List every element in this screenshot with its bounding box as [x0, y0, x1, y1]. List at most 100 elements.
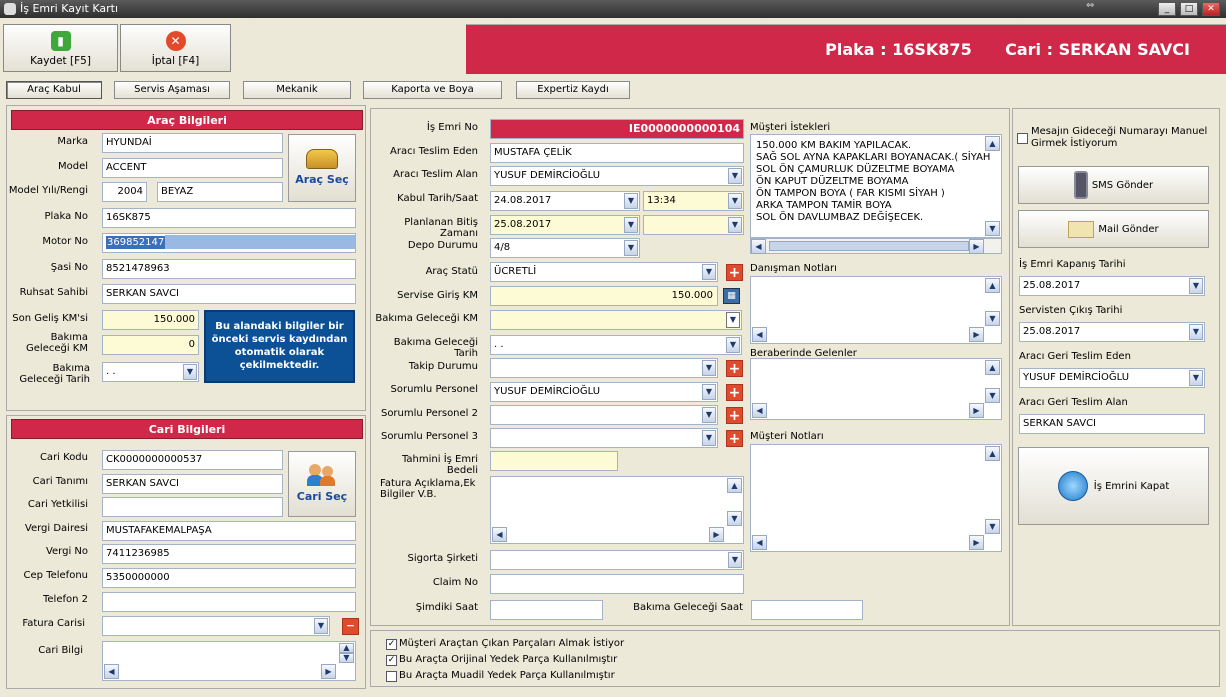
- add-statu-button[interactable]: +: [726, 264, 743, 281]
- plaka-field[interactable]: 16SK875: [102, 208, 356, 228]
- chevron-down-icon[interactable]: ▼: [702, 360, 716, 376]
- model-year-field[interactable]: 2004: [102, 182, 147, 202]
- maximize-button[interactable]: □: [1180, 2, 1198, 16]
- scroll-left-icon[interactable]: ◀: [752, 403, 767, 418]
- bitis-saat-field[interactable]: ▼: [643, 215, 744, 235]
- scroll-down-icon[interactable]: ▼: [985, 311, 1000, 326]
- ruhsat-field[interactable]: SERKAN SAVCI: [102, 284, 356, 304]
- chevron-down-icon[interactable]: ▼: [728, 168, 742, 184]
- chevron-down-icon[interactable]: ▼: [728, 552, 742, 568]
- takip-field[interactable]: ▼: [490, 358, 718, 378]
- save-button[interactable]: ▮ Kaydet [F5]: [3, 24, 118, 72]
- cep-field[interactable]: 5350000000: [102, 568, 356, 588]
- close-window-button[interactable]: ✕: [1202, 2, 1220, 16]
- kabul-saat-field[interactable]: 13:34 ▼: [643, 191, 744, 211]
- chevron-down-icon[interactable]: ▼: [728, 193, 742, 209]
- bakim-tarih-field[interactable]: . . ▼: [102, 362, 199, 382]
- bakim-km-center-field[interactable]: ▼: [490, 310, 742, 330]
- original-parts-checkbox[interactable]: ✓: [386, 655, 397, 666]
- depo-field[interactable]: 4/8 ▼: [490, 238, 640, 258]
- select-customer-button[interactable]: Cari Seç: [288, 451, 356, 517]
- bakim-tarih-center-field[interactable]: . . ▼: [490, 335, 742, 355]
- model-field[interactable]: ACCENT: [102, 158, 283, 178]
- sigorta-field[interactable]: ▼: [490, 550, 744, 570]
- personel3-field[interactable]: ▼: [490, 428, 718, 448]
- chevron-down-icon[interactable]: ▼: [183, 364, 197, 380]
- bitis-tarih-field[interactable]: 25.08.2017 ▼: [490, 215, 640, 235]
- minimize-button[interactable]: _: [1158, 2, 1176, 16]
- statu-field[interactable]: ÜCRETLİ ▼: [490, 262, 718, 282]
- scroll-left-icon[interactable]: ◀: [104, 664, 119, 679]
- equivalent-parts-checkbox[interactable]: [386, 671, 397, 682]
- chevron-down-icon[interactable]: ▼: [314, 618, 328, 634]
- scroll-left-icon[interactable]: ◀: [752, 535, 767, 550]
- scroll-left-icon[interactable]: ◀: [752, 327, 767, 342]
- vergi-dairesi-field[interactable]: MUSTAFAKEMALPAŞA: [102, 521, 356, 541]
- scroll-up-icon[interactable]: ▲: [985, 446, 1000, 461]
- tab-mekanik[interactable]: Mekanik: [243, 81, 351, 99]
- cikis-field[interactable]: 25.08.2017 ▼: [1019, 322, 1205, 342]
- giris-km-field[interactable]: 150.000: [490, 286, 718, 306]
- mail-button[interactable]: Mail Gönder: [1018, 210, 1209, 248]
- sasi-field[interactable]: 8521478963: [102, 259, 356, 279]
- scroll-right-icon[interactable]: ▶: [969, 403, 984, 418]
- cari-yetkili-field[interactable]: [102, 497, 283, 517]
- color-field[interactable]: BEYAZ: [157, 182, 283, 202]
- chevron-down-icon[interactable]: ▼: [624, 240, 638, 256]
- sms-button[interactable]: SMS Gönder: [1018, 166, 1209, 204]
- chevron-down-icon[interactable]: ▼: [624, 217, 638, 233]
- cari-bilgi-textarea[interactable]: ▲ ▼ ◀ ▶: [102, 641, 356, 681]
- beraberinde-textarea[interactable]: ▲ ▼ ◀ ▶: [750, 358, 1002, 420]
- teslim-alan-field[interactable]: YUSUF DEMİRCİOĞLU ▼: [490, 166, 744, 186]
- chevron-down-icon[interactable]: ▼: [1189, 278, 1203, 294]
- cancel-button[interactable]: ✕ İptal [F4]: [120, 24, 231, 72]
- add-takip-button[interactable]: +: [726, 360, 743, 377]
- chevron-down-icon[interactable]: ▼: [1189, 370, 1203, 386]
- cari-kodu-field[interactable]: CK0000000000537: [102, 450, 283, 470]
- scroll-down-icon[interactable]: ▼: [985, 221, 1000, 236]
- tab-servis-asamasi[interactable]: Servis Aşaması: [114, 81, 230, 99]
- scroll-up-icon[interactable]: ▲: [339, 643, 354, 653]
- claim-field[interactable]: [490, 574, 744, 594]
- scroll-up-icon[interactable]: ▲: [985, 136, 1000, 151]
- scroll-up-icon[interactable]: ▲: [985, 278, 1000, 293]
- scroll-up-icon[interactable]: ▲: [985, 360, 1000, 375]
- fatura-aciklama-textarea[interactable]: ▲ ▼ ◀ ▶: [490, 476, 744, 544]
- tab-kaporta-boya[interactable]: Kaporta ve Boya: [363, 81, 502, 99]
- scroll-down-icon[interactable]: ▼: [985, 519, 1000, 534]
- scroll-left-icon[interactable]: ◀: [751, 239, 766, 254]
- remove-fatura-carisi-button[interactable]: −: [342, 618, 359, 635]
- simdiki-saat-field[interactable]: [490, 600, 603, 620]
- chevron-down-icon[interactable]: ▼: [702, 430, 716, 446]
- danisman-textarea[interactable]: ▲ ▼ ◀ ▶: [750, 276, 1002, 344]
- musteri-notlari-textarea[interactable]: ▲ ▼ ◀ ▶: [750, 444, 1002, 552]
- son-gelis-field[interactable]: 150.000: [102, 310, 199, 330]
- chevron-down-icon[interactable]: ▼: [726, 312, 740, 328]
- scroll-right-icon[interactable]: ▶: [969, 327, 984, 342]
- scroll-left-icon[interactable]: ◀: [492, 527, 507, 542]
- chevron-down-icon[interactable]: ▼: [624, 193, 638, 209]
- manual-number-checkbox[interactable]: [1017, 133, 1028, 144]
- geri-teslim-alan-field[interactable]: SERKAN SAVCI: [1019, 414, 1205, 434]
- bedel-field[interactable]: [490, 451, 618, 471]
- geri-teslim-eden-field[interactable]: YUSUF DEMİRCİOĞLU ▼: [1019, 368, 1205, 388]
- bakim-saat-field[interactable]: [751, 600, 863, 620]
- scroll-thumb[interactable]: [769, 241, 969, 251]
- calculator-icon[interactable]: ▦: [723, 288, 740, 304]
- select-vehicle-button[interactable]: Araç Seç: [288, 134, 356, 202]
- scroll-down-icon[interactable]: ▼: [985, 388, 1000, 403]
- scroll-up-icon[interactable]: ▲: [727, 478, 742, 493]
- scroll-down-icon[interactable]: ▼: [727, 511, 742, 526]
- tel2-field[interactable]: [102, 592, 356, 612]
- scroll-down-icon[interactable]: ▼: [339, 653, 354, 663]
- tab-expertiz[interactable]: Expertiz Kaydı: [516, 81, 630, 99]
- add-personel-button[interactable]: +: [726, 384, 743, 401]
- marka-field[interactable]: HYUNDAİ: [102, 133, 283, 153]
- scroll-right-icon[interactable]: ▶: [969, 535, 984, 550]
- tab-arac-kabul[interactable]: Araç Kabul: [6, 81, 102, 99]
- bakim-km-field[interactable]: 0: [102, 335, 199, 355]
- close-work-order-button[interactable]: İş Emrini Kapat: [1018, 447, 1209, 525]
- istek-hscroll[interactable]: ◀ ▶: [750, 238, 1002, 254]
- motor-field[interactable]: 369852147: [102, 233, 356, 253]
- cari-tanim-field[interactable]: SERKAN SAVCI: [102, 474, 283, 494]
